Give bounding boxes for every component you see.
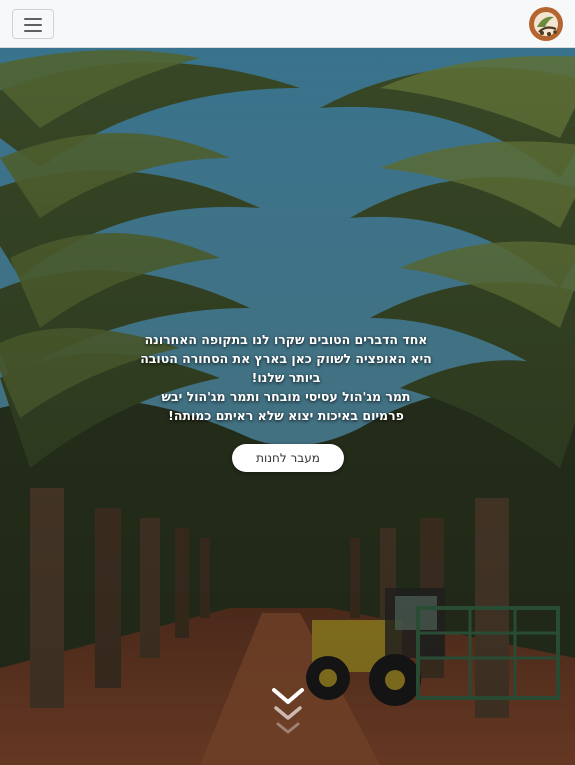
hero-description: אחד הדברים הטובים שקרו לנו בתקופה האחרונ… [140, 330, 432, 425]
navbar-toggler-button[interactable] [12, 9, 54, 39]
hero-paragraph-1: אחד הדברים הטובים שקרו לנו בתקופה האחרונ… [140, 332, 432, 385]
chevron-down-icon[interactable] [268, 686, 308, 746]
navbar [0, 0, 575, 48]
hero-paragraph-2: תמר מג'הול עסיסי מובחר ותמר מג'הול יבש פ… [161, 389, 411, 423]
go-to-shop-button[interactable]: מעבר לחנות [232, 444, 344, 472]
hero-section: אחד הדברים הטובים שקרו לנו בתקופה האחרונ… [0, 48, 575, 765]
hamburger-icon [24, 18, 42, 20]
hamburger-icon-bar [24, 24, 42, 26]
date-palm-logo-icon[interactable] [527, 5, 565, 43]
hamburger-icon-bar [24, 30, 42, 32]
